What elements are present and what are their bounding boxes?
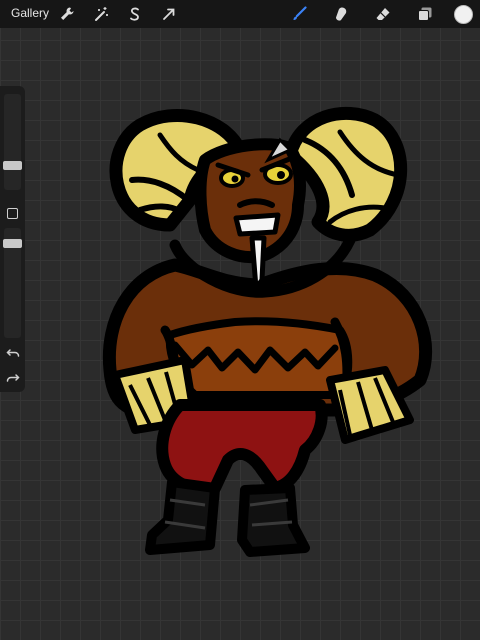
canvas-drawing[interactable]	[0, 0, 480, 640]
pants	[156, 399, 328, 496]
left-leg	[145, 477, 220, 555]
left-sidebar	[0, 86, 25, 392]
opacity-thumb[interactable]	[3, 239, 22, 248]
modify-square-icon[interactable]	[7, 208, 18, 219]
beard	[249, 235, 267, 291]
undo-icon[interactable]	[6, 346, 20, 360]
teeth	[233, 212, 281, 237]
right-leg	[237, 483, 310, 557]
redo-icon[interactable]	[6, 371, 20, 385]
right-horn	[283, 106, 408, 242]
brush-size-thumb[interactable]	[3, 161, 22, 170]
brush-size-slider[interactable]	[4, 94, 21, 190]
